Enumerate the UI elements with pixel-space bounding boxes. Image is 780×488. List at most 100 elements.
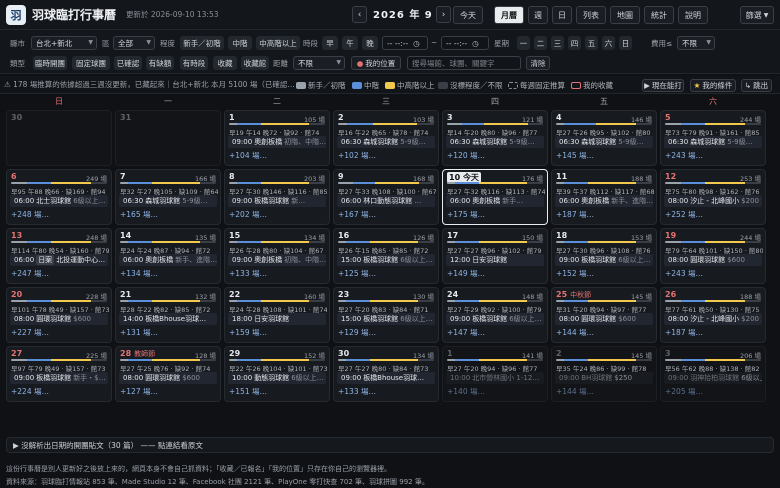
day-cell[interactable]: 26 188 場早77 午61 晚50 · 缺130 · 館75 08:00 汐止 -… [660, 287, 766, 343]
more-events-link[interactable]: +129 場… [338, 327, 376, 338]
day-cell[interactable]: 14 135 場早24 午24 晚87 · 缺94 · 館72 06:00 奧創板橋新… [115, 228, 221, 284]
weekday-sun-chip[interactable]: 日 [619, 36, 632, 50]
event-item[interactable]: 06:30 森城羽球館 5-9級… [555, 136, 653, 148]
more-events-link[interactable]: +144 場… [556, 327, 594, 338]
day-cell[interactable]: 21 132 場早28 午22 晚82 · 缺85 · 館72 14:00 板橋Bho… [115, 287, 221, 343]
type-fav-venue-chip[interactable]: 收藏館 [241, 56, 269, 70]
day-cell[interactable]: 24 148 場早27 午29 晚92 · 缺100 · 館79 09:00 板橋羽球… [442, 287, 548, 343]
type-slot-chip[interactable]: 有時段 [180, 56, 208, 70]
event-item[interactable]: 06:30 森城羽球館 5-9級… [337, 136, 435, 148]
time-noon-chip[interactable]: 午 [342, 36, 358, 50]
county-select[interactable]: 台北+新北 ▼ [31, 36, 97, 50]
more-events-link[interactable]: +134 場… [120, 268, 158, 279]
day-cell[interactable]: 9 168 場早27 午33 晚108 · 缺100 · 館67 06:00 林口動態… [333, 169, 439, 225]
more-events-link[interactable]: +127 場… [120, 386, 158, 397]
weekday-fri-chip[interactable]: 五 [585, 36, 598, 50]
level-beginner-chip[interactable]: 新手／初階 [180, 36, 224, 50]
day-cell[interactable]: 12 253 場早75 午80 晚98 · 缺162 · 館76 08:00 汐止 -… [660, 169, 766, 225]
event-item[interactable]: 08:00 圓環羽球館 $600 [555, 313, 653, 325]
level-mid-chip[interactable]: 中階 [228, 36, 252, 50]
fee-select[interactable]: 不限 ▼ [677, 36, 715, 50]
event-item[interactable]: 06:30 森城羽球館 5-9級… [119, 195, 217, 207]
day-cell[interactable]: 25 中秋節 145 場早31 午20 晚94 · 缺97 · 館77 08:00 圓環… [551, 287, 657, 343]
day-cell[interactable]: 2 145 場早35 午24 晚86 · 缺99 · 館78 09:00 BH羽球館 $… [551, 346, 657, 402]
time-from-input[interactable]: -- --:-- ◷ [382, 36, 428, 50]
type-vacancy-chip[interactable]: 有缺額 [146, 56, 174, 70]
event-item[interactable]: 08:00 圓環羽球館 $600 [664, 254, 762, 266]
day-cell[interactable]: 3 121 場早14 午20 晚80 · 缺96 · 館77 06:30 森城羽球館 5… [442, 110, 548, 166]
exit-button[interactable]: ↳ 跳出 [741, 79, 772, 92]
type-fav-chip[interactable]: 收藏 [213, 56, 237, 70]
more-events-link[interactable]: +248 場… [11, 209, 49, 220]
more-events-link[interactable]: +175 場… [447, 209, 485, 220]
day-cell[interactable]: 29 152 場早22 午26 晚104 · 缺101 · 館73 10:00 動態羽… [224, 346, 330, 402]
level-high-chip[interactable]: 中高階以上 [256, 36, 300, 50]
more-events-link[interactable]: +140 場… [447, 386, 485, 397]
weekday-tue-chip[interactable]: 二 [534, 36, 547, 50]
more-events-link[interactable]: +187 場… [665, 327, 703, 338]
my-conditions-button[interactable]: ★ 我的條件 [690, 79, 736, 92]
event-item[interactable]: 06:00 日案 北投運動中心… [10, 254, 108, 266]
event-item[interactable]: 09:00 板橋羽球館 新手・$… [10, 372, 108, 384]
event-item[interactable]: 09:00羽神拾柏羽球館6級以上 [664, 372, 762, 384]
day-cell[interactable]: 2 103 場早16 午22 晚65 · 缺78 · 館74 06:30 森城羽球館 5… [333, 110, 439, 166]
day-cell[interactable]: 20 228 場早101 午78 晚49 · 缺157 · 館73 08:00 圓環羽… [6, 287, 112, 343]
more-events-link[interactable]: +133 場… [338, 386, 376, 397]
day-cell[interactable]: 3 206 場早56 午62 晚88 · 缺138 · 館82 09:00 羽神拾柏羽… [660, 346, 766, 402]
more-events-link[interactable]: +149 場… [447, 268, 485, 279]
day-cell[interactable]: 1 105 場早19 午14 晚72 · 缺92 · 館74 09:00 奧創板橋 初階… [224, 110, 330, 166]
day-cell[interactable]: 11 188 場早39 午37 晚112 · 缺117 · 館68 06:00 奧創板… [551, 169, 657, 225]
day-cell[interactable]: 23 130 場早27 午20 晚83 · 缺84 · 館71 15:00 板橋羽球館… [333, 287, 439, 343]
weekday-thu-chip[interactable]: 四 [568, 36, 581, 50]
prev-month-button[interactable]: ‹ [352, 6, 367, 23]
day-cell[interactable]: 22 160 場早24 午28 晚108 · 缺101 · 館74 18:00 日安羽… [224, 287, 330, 343]
my-location-button[interactable]: ● 我的位置 [351, 56, 401, 70]
view-map-button[interactable]: 地圖 [610, 6, 640, 24]
day-cell[interactable]: 10 今天 176 場早27 午32 晚116 · 缺113 · 館74 06:00… [442, 169, 548, 225]
event-item[interactable]: 06:00 奧創板橋 新手、進階… [119, 254, 217, 266]
event-item[interactable]: 09:00 板橋羽球館 6級以上… [446, 313, 544, 325]
event-item[interactable]: 06:00 奧創板橋 新手… [446, 195, 544, 207]
filter-menu-button[interactable]: 篩選 ▼ [740, 6, 774, 24]
event-item[interactable]: 09:00 奧創板橋 初階、中階… [228, 254, 326, 266]
day-cell[interactable]: 1 141 場早27 午20 晚94 · 缺96 · 館77 10:00 北市營林國小… [442, 346, 548, 402]
more-events-link[interactable]: +187 場… [556, 209, 594, 220]
event-item[interactable]: 09:00 板橋羽球館 新… [228, 195, 326, 207]
view-list-button[interactable]: 列表 [576, 6, 606, 24]
view-day-button[interactable]: 日 [552, 6, 572, 24]
unparsed-posts-toggle[interactable]: ▶ 沒解析出日期的開團貼文（30 篇） —— 點連結看原文 [6, 437, 774, 453]
view-stats-button[interactable]: 統計 [644, 6, 674, 24]
more-events-link[interactable]: +102 場… [338, 150, 376, 161]
day-cell[interactable]: 4 146 場早27 午26 晚95 · 缺102 · 館80 06:30 森城羽球館… [551, 110, 657, 166]
more-events-link[interactable]: +202 場… [229, 209, 267, 220]
day-cell[interactable]: 27 225 場早97 午79 晚49 · 缺157 · 館73 09:00 板橋羽球… [6, 346, 112, 402]
day-cell[interactable]: 31 [115, 110, 221, 166]
event-item[interactable]: 08:00 汐止 - 北峰國小 $200 [664, 313, 762, 325]
search-input[interactable]: 搜尋場館、球團、關鍵字 [407, 56, 521, 70]
distance-select[interactable]: 不限 ▼ [293, 56, 345, 70]
more-events-link[interactable]: +247 場… [11, 268, 49, 279]
more-events-link[interactable]: +205 場… [665, 386, 703, 397]
clear-button[interactable]: 清除 [526, 56, 550, 70]
more-events-link[interactable]: +145 場… [556, 150, 594, 161]
more-events-link[interactable]: +224 場… [11, 386, 49, 397]
type-fixed-chip[interactable]: 固定球團 [72, 56, 110, 70]
event-item[interactable]: 06:00 林口動態羽球館… [337, 195, 435, 207]
district-select[interactable]: 全部 ▼ [113, 36, 155, 50]
type-adhoc-chip[interactable]: 臨時開團 [33, 56, 67, 70]
day-cell[interactable]: 8 203 場早27 午30 晚146 · 缺116 · 館85 09:00 板橋羽球… [224, 169, 330, 225]
weekday-sat-chip[interactable]: 六 [602, 36, 615, 50]
more-events-link[interactable]: +147 場… [447, 327, 485, 338]
day-cell[interactable]: 5 244 場早73 午79 晚91 · 缺161 · 館85 06:30 森城羽球館… [660, 110, 766, 166]
event-item[interactable]: 09:00 奧創板橋 初階、中階… [228, 136, 326, 148]
event-item[interactable]: 06:30 森城羽球館 5-9級… [446, 136, 544, 148]
event-item[interactable]: 15:00 板橋羽球館 6級以上… [337, 254, 435, 266]
more-events-link[interactable]: +243 場… [665, 268, 703, 279]
event-item[interactable]: 09:00 板橋Bhouse羽球… [337, 372, 435, 384]
more-events-link[interactable]: +151 場… [229, 386, 267, 397]
more-events-link[interactable]: +165 場… [120, 209, 158, 220]
more-events-link[interactable]: +131 場… [120, 327, 158, 338]
now-button[interactable]: ▶ 現在能打 [642, 79, 684, 92]
event-item[interactable]: 09:00 板橋羽球館 6級以上… [555, 254, 653, 266]
day-cell[interactable]: 6 249 場早95 午88 晚66 · 缺169 · 館94 06:00 北士羽球館… [6, 169, 112, 225]
